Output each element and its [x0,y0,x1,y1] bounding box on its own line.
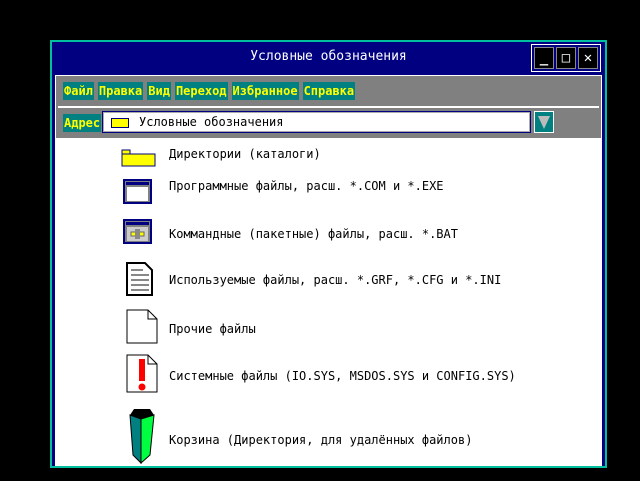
minimize-button[interactable]: _ [534,47,554,69]
legend-label: Используемые файлы, расш. *.GRF, *.CFG и… [169,273,502,287]
legend-label: Прочие файлы [169,322,256,336]
window-controls: _ □ ✕ [531,44,601,72]
legend-label: Системные файлы (IO.SYS, MSDOS.SYS и CON… [169,369,516,383]
menu-view[interactable]: Вид [147,82,171,100]
address-input[interactable]: Условные обозначения [102,111,531,133]
legend-list: Директории (каталоги) Программные файлы,… [55,139,602,466]
divider [58,106,599,108]
text-document-icon [126,262,153,296]
toolbar-area: Файл Правка Вид Переход Избранное Справк… [55,75,602,139]
address-value: Условные обозначения [139,115,284,129]
menu-help[interactable]: Справка [302,82,356,100]
blank-file-icon [126,309,158,344]
folder-icon [121,149,156,167]
legend-label: Корзина (Директория, для удалённых файло… [169,433,473,447]
menu-go[interactable]: Переход [174,82,228,100]
legend-label: Программные файлы, расш. *.COM и *.EXE [169,179,444,193]
menu-file[interactable]: Файл [63,82,94,100]
folder-icon [111,118,129,128]
title-bar: Условные обозначения _ □ ✕ [52,42,605,72]
address-label: Адрес [63,114,102,132]
address-dropdown-button[interactable] [534,111,554,133]
recycle-bin-icon [129,409,155,465]
close-button[interactable]: ✕ [578,47,598,69]
menu-bar: Файл Правка Вид Переход Избранное Справк… [63,82,356,100]
window: Условные обозначения _ □ ✕ Файл Правка В… [50,40,607,468]
system-file-icon [126,354,158,393]
menu-edit[interactable]: Правка [97,82,144,100]
legend-label: Коммандные (пакетные) файлы, расш. *.BAT [169,227,458,241]
program-window-icon [123,179,152,204]
window-title: Условные обозначения [250,49,407,64]
maximize-button[interactable]: □ [556,47,576,69]
legend-label: Директории (каталоги) [169,147,321,161]
menu-favorites[interactable]: Избранное [231,82,299,100]
batch-file-icon [123,219,152,244]
